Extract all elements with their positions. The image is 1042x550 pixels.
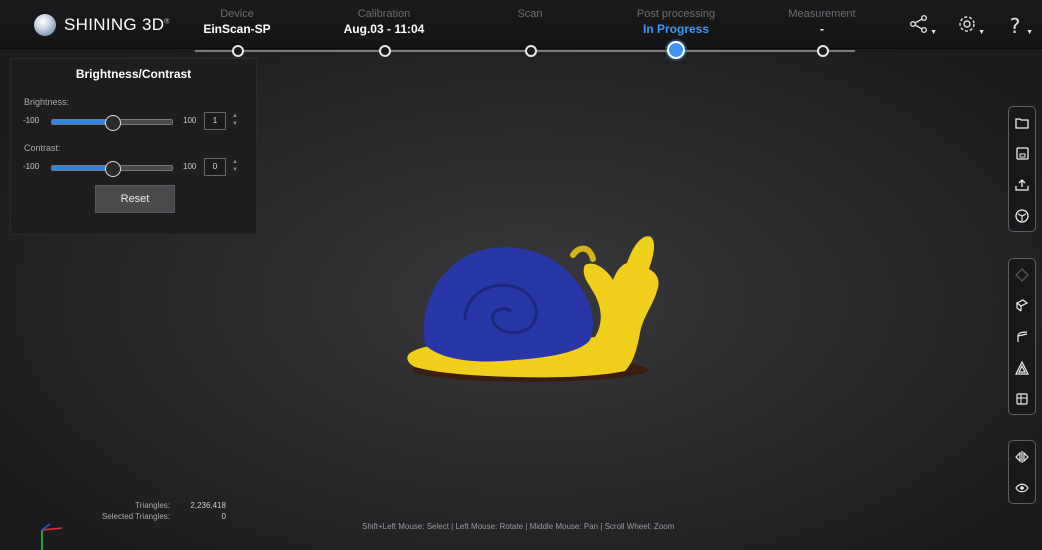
step-node-measurement[interactable] <box>817 45 829 57</box>
eraser-icon[interactable] <box>1009 259 1035 290</box>
fill-hole-icon[interactable] <box>1009 321 1035 352</box>
brightness-spinner[interactable]: ▲ ▼ <box>231 112 239 128</box>
mesh-icon[interactable] <box>1009 200 1035 231</box>
brightness-slider[interactable] <box>51 115 173 131</box>
step-label: Calibration <box>357 8 411 20</box>
contrast-min: -100 <box>23 162 40 171</box>
cut-plane-icon[interactable] <box>1009 290 1035 321</box>
step-calibration[interactable]: Calibration Aug.03 - 11:04 <box>309 8 459 36</box>
step-post-processing[interactable]: Post processing In Progress <box>601 8 751 36</box>
brand-logo: SHINING 3D® <box>34 14 170 36</box>
step-node-scan[interactable] <box>525 45 537 57</box>
share-icon[interactable]: ▼ <box>906 14 937 36</box>
help-icon[interactable]: ? ▼ <box>1002 14 1033 38</box>
globe-logo-icon <box>34 14 56 36</box>
brightness-max: 100 <box>183 116 197 125</box>
brand-name: SHINING 3D <box>64 15 165 34</box>
step-value: EinScan-SP <box>203 22 271 36</box>
triangles-value: 2,236,418 <box>190 501 226 510</box>
mesh-stats: Triangles: 2,236,418 Selected Triangles:… <box>70 500 226 522</box>
step-node-device[interactable] <box>232 45 244 57</box>
export-icon[interactable] <box>1009 169 1035 200</box>
top-toolbar: ▼ ▼ ? ▼ <box>906 14 1033 38</box>
snail-3d-model[interactable] <box>395 225 675 395</box>
settings-icon[interactable]: ▼ <box>954 14 985 36</box>
stat-row-selected-triangles: Selected Triangles: 0 <box>70 511 226 522</box>
contrast-slider[interactable] <box>51 161 173 177</box>
folder-icon[interactable] <box>1009 107 1035 138</box>
save-icon[interactable] <box>1009 138 1035 169</box>
step-scan[interactable]: Scan <box>455 8 605 22</box>
contrast-value-input[interactable]: 0 <box>204 158 226 176</box>
brightness-contrast-panel: Brightness/Contrast Brightness: -100 100… <box>10 58 257 235</box>
brightness-slider-fill <box>52 120 112 124</box>
brightness-control: -100 100 1 ▲ ▼ <box>21 111 251 131</box>
file-toolbar <box>1008 106 1036 232</box>
step-label: Measurement <box>788 8 856 20</box>
flip-icon[interactable] <box>1009 441 1035 472</box>
top-bar: SHINING 3D® Device EinScan-SP Calibratio… <box>0 0 1042 49</box>
brightness-slider-handle[interactable] <box>105 115 121 131</box>
step-value: Aug.03 - 11:04 <box>343 22 425 36</box>
view-toolbar <box>1008 440 1036 504</box>
contrast-label: Contrast: <box>24 143 61 153</box>
selected-triangles-label: Selected Triangles: <box>101 512 170 521</box>
stat-row-triangles: Triangles: 2,236,418 <box>70 500 226 511</box>
step-measurement[interactable]: Measurement - <box>747 8 897 36</box>
chevron-down-icon: ▼ <box>978 29 985 36</box>
brightness-label: Brightness: <box>24 97 70 107</box>
brightness-value-input[interactable]: 1 <box>204 112 226 130</box>
step-label: Device <box>220 8 254 20</box>
axis-gizmo-icon <box>41 523 63 550</box>
chevron-down-icon: ▼ <box>1026 29 1033 36</box>
reset-button[interactable]: Reset <box>95 185 175 213</box>
contrast-spinner[interactable]: ▲ ▼ <box>231 158 239 174</box>
selected-triangles-value: 0 <box>221 512 226 521</box>
box-icon[interactable] <box>1009 383 1035 414</box>
contrast-control: -100 100 0 ▲ ▼ <box>21 157 251 177</box>
triangles-label: Triangles: <box>135 501 170 510</box>
contrast-max: 100 <box>183 162 197 171</box>
simplify-icon[interactable] <box>1009 352 1035 383</box>
eye-icon[interactable] <box>1009 472 1035 503</box>
snail-shell <box>423 247 594 362</box>
snail-antenna <box>570 245 596 262</box>
chevron-down-icon: ▼ <box>930 29 937 36</box>
step-node-calibration[interactable] <box>379 45 391 57</box>
step-label: Post processing <box>636 8 716 20</box>
panel-title: Brightness/Contrast <box>75 67 192 81</box>
brightness-min: -100 <box>23 116 40 125</box>
edit-toolbar <box>1008 258 1036 415</box>
step-device[interactable]: Device EinScan-SP <box>162 8 312 36</box>
step-value: In Progress <box>642 22 710 36</box>
contrast-slider-handle[interactable] <box>105 161 121 177</box>
step-label: Scan <box>517 8 543 20</box>
step-value: - <box>820 22 824 36</box>
contrast-slider-fill <box>52 166 112 170</box>
mouse-hint: Shift+Left Mouse: Select | Left Mouse: R… <box>362 522 675 531</box>
step-node-post-processing[interactable] <box>667 41 685 59</box>
